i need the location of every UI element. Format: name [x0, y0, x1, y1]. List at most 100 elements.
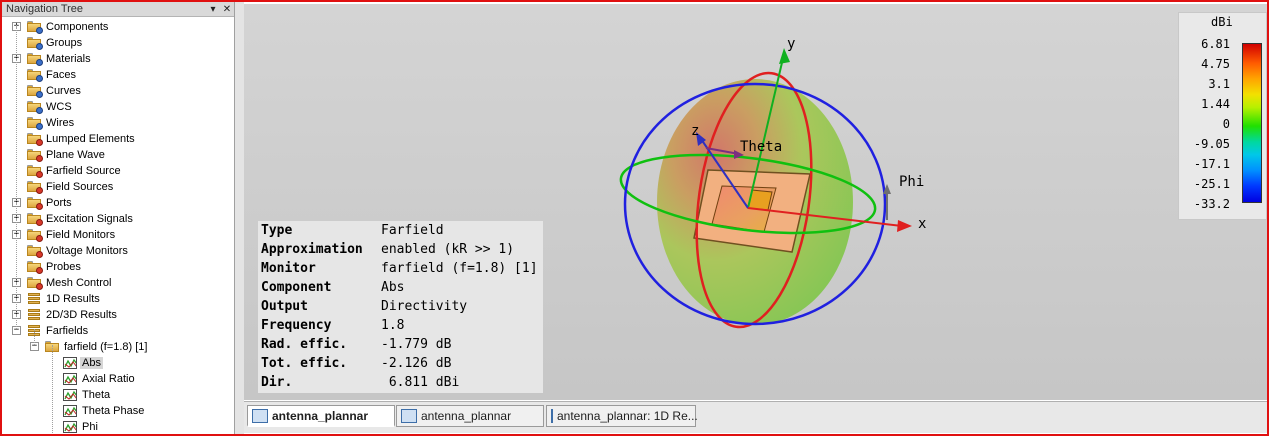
info-value: enabled (kR >> 1)	[381, 242, 515, 257]
results-1d-icon	[27, 293, 41, 305]
theta-label: Theta	[740, 139, 782, 155]
folder-curves-icon	[27, 85, 43, 98]
results-2d3d-icon	[27, 309, 41, 321]
tree-item[interactable]: − farfield (f=1.8) [1]	[2, 339, 234, 355]
tree-item-label: 2D/3D Results	[46, 309, 117, 321]
info-key: Tot. effic.	[261, 356, 348, 371]
tree-item-label: Phi	[82, 421, 98, 433]
legend-tick: -9.05	[1193, 137, 1230, 151]
tree-item[interactable]: Wires	[2, 115, 234, 131]
panel-splitter[interactable]	[235, 2, 244, 434]
info-key: Rad. effic.	[261, 337, 348, 352]
tree-item[interactable]: +1D Results	[2, 291, 234, 307]
folder-lumped-icon	[27, 133, 43, 146]
legend-unit: dBi	[1211, 15, 1233, 29]
info-row: Dir. 6.811 dBi	[261, 373, 541, 392]
info-row: Output Directivity	[261, 297, 541, 316]
tree-item[interactable]: WCS	[2, 99, 234, 115]
navigation-tree-panel: Navigation Tree ▾ ✕ + Components Groups + Ma…	[2, 2, 235, 436]
folder-wires-icon	[27, 117, 43, 130]
tree-item[interactable]: + Excitation Signals	[2, 211, 234, 227]
tree-item[interactable]: + Materials	[2, 51, 234, 67]
tree-item[interactable]: Voltage Monitors	[2, 243, 234, 259]
tab-label: antenna_plannar: 1D Re...	[557, 409, 698, 423]
tree-item-label: Groups	[46, 37, 83, 49]
legend-tick: -25.1	[1193, 177, 1230, 191]
tree-item-label: 1D Results	[46, 293, 100, 305]
tree-item[interactable]: Field Sources	[2, 179, 234, 195]
tree-item-label: Lumped Elements	[46, 133, 135, 145]
folder-planewave-icon	[27, 149, 43, 162]
info-key: Monitor	[261, 261, 316, 276]
info-key: Approximation	[261, 242, 363, 257]
folder-faces-icon	[27, 69, 43, 82]
z-axis-label: z	[691, 123, 699, 139]
y-axis-label: y	[787, 36, 795, 52]
folder-excitation-icon	[27, 213, 43, 226]
tree-item-label: Excitation Signals	[46, 213, 133, 225]
tab-antenna-plannar-1d-results[interactable]: antenna_plannar: 1D Re...	[546, 405, 698, 427]
info-value: 1.8	[381, 318, 405, 333]
tree-item[interactable]: Axial Ratio	[2, 371, 234, 387]
info-value: -1.779 dB	[381, 337, 452, 352]
legend-tick: 3.1	[1208, 77, 1230, 91]
tree-item[interactable]: Probes	[2, 259, 234, 275]
tree-item-label: Materials	[46, 53, 91, 65]
x-axis-label: x	[918, 216, 926, 232]
tree-item[interactable]: +2D/3D Results	[2, 307, 234, 323]
tree-connector	[52, 345, 53, 436]
info-value: 6.811 dBi	[381, 375, 460, 390]
tree-item-label: Probes	[46, 261, 81, 273]
table-view-icon	[551, 409, 553, 423]
tree-item[interactable]: + Components	[2, 19, 234, 35]
panel-close-icon[interactable]: ✕	[220, 4, 234, 15]
panel-dropdown-icon[interactable]: ▾	[206, 4, 220, 15]
tree-item-label: Farfields	[46, 325, 89, 337]
info-value: Farfield	[381, 223, 444, 238]
tree-connector	[16, 25, 17, 329]
legend-tick: -17.1	[1193, 157, 1230, 171]
tab-antenna-plannar-3d[interactable]: antenna_plannar	[247, 405, 395, 427]
tree-item[interactable]: + Ports	[2, 195, 234, 211]
folder-field-sources-icon	[27, 181, 43, 194]
info-row: Type Farfield	[261, 221, 541, 240]
plot-icon	[63, 405, 77, 417]
navigation-tree-title: Navigation Tree	[6, 3, 84, 15]
tree-item[interactable]: + Field Monitors	[2, 227, 234, 243]
tree-item-label: Farfield Source	[46, 165, 121, 177]
tab-antenna-plannar-schematic[interactable]: antenna_plannar	[396, 405, 544, 427]
info-row: Frequency 1.8	[261, 316, 541, 335]
legend-tick: 0	[1222, 117, 1230, 131]
tree-item-label: Curves	[46, 85, 81, 97]
farfield-view-icon	[252, 408, 268, 423]
legend-tick: -33.2	[1193, 197, 1230, 211]
folder-field-monitors-icon	[27, 229, 43, 242]
tree-item-label: Field Sources	[46, 181, 114, 193]
tree-item[interactable]: Groups	[2, 35, 234, 51]
tree-item[interactable]: Lumped Elements	[2, 131, 234, 147]
info-key: Dir.	[261, 375, 293, 390]
tree-item[interactable]: Theta	[2, 387, 234, 403]
tree-item[interactable]: Faces	[2, 67, 234, 83]
tree-item-label: Abs	[80, 357, 103, 369]
tree-item[interactable]: + Mesh Control	[2, 275, 234, 291]
tree-item[interactable]: Theta Phase	[2, 403, 234, 419]
info-key: Type	[261, 223, 293, 238]
tree-item[interactable]: Farfield Source	[2, 163, 234, 179]
tree-item[interactable]: Phi	[2, 419, 234, 435]
plot-icon	[63, 389, 77, 401]
info-value: -2.126 dB	[381, 356, 452, 371]
tree-item-label: Components	[46, 21, 109, 33]
tree-item[interactable]: − Farfields	[2, 323, 234, 339]
tree-item[interactable]: Plane Wave	[2, 147, 234, 163]
tree-item[interactable]: Curves	[2, 83, 234, 99]
tree-connector	[34, 329, 35, 345]
info-key: Output	[261, 299, 308, 314]
tree-item[interactable]: Abs	[2, 355, 234, 371]
tree-item-label: Axial Ratio	[82, 373, 135, 385]
plot-icon	[63, 373, 77, 385]
color-scale-legend: dBi 6.81 4.75 3.1 1.44 0 -9.05 -17.1 -25.1 -33.2	[1178, 12, 1267, 220]
folder-mesh-icon	[27, 277, 43, 290]
phi-label: Phi	[899, 174, 924, 190]
legend-tick: 6.81	[1201, 37, 1230, 51]
